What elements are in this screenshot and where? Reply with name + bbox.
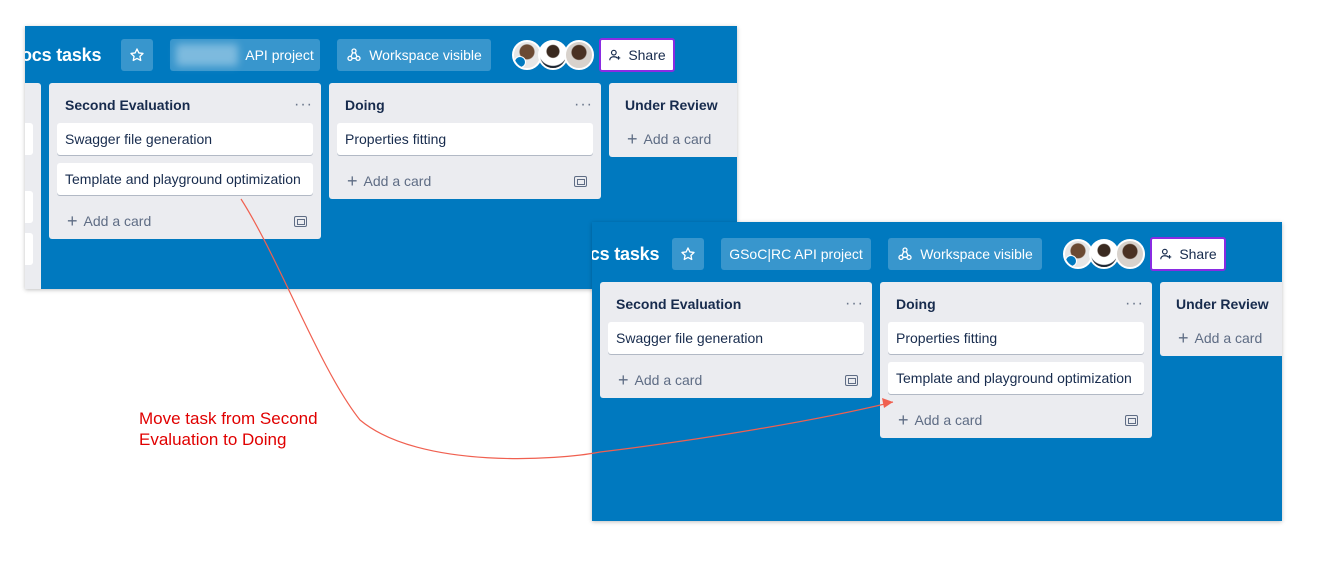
star-icon xyxy=(130,48,144,62)
annotation-line: Evaluation to Doing xyxy=(139,430,287,449)
project-button[interactable]: API project xyxy=(170,39,320,71)
star-board-button[interactable] xyxy=(672,238,704,270)
add-card-button[interactable]: + Add a card xyxy=(618,371,702,389)
visibility-button-label: Workspace visible xyxy=(369,47,482,63)
list-under-review: Under Review + Add a card xyxy=(1160,282,1282,356)
partial-card xyxy=(25,191,33,223)
add-card-label: Add a card xyxy=(914,412,983,428)
project-button[interactable]: GSoC|RC API project xyxy=(721,238,871,270)
plus-icon: + xyxy=(898,410,909,430)
redacted-text xyxy=(176,44,239,66)
list-title: Under Review xyxy=(625,97,718,113)
avatar[interactable] xyxy=(1115,239,1145,269)
list-doing: Doing ··· Properties fitting + Add a card xyxy=(329,83,601,199)
card[interactable]: Properties fitting xyxy=(337,123,593,155)
admin-badge-icon xyxy=(514,56,526,68)
workspace-icon xyxy=(898,247,912,260)
ellipsis-icon[interactable]: ··· xyxy=(574,97,593,113)
avatar[interactable] xyxy=(564,40,594,70)
card[interactable]: Properties fitting xyxy=(888,322,1144,354)
partial-card xyxy=(25,123,33,155)
admin-badge-icon xyxy=(1065,255,1077,267)
card-template-icon[interactable] xyxy=(574,175,587,187)
plus-icon: + xyxy=(627,129,638,149)
annotation-text: Move task from Second Evaluation to Doin… xyxy=(139,408,318,450)
ellipsis-icon[interactable]: ··· xyxy=(1125,296,1144,312)
plus-icon: + xyxy=(347,171,358,191)
ellipsis-icon[interactable]: ··· xyxy=(845,296,864,312)
card[interactable]: Swagger file generation xyxy=(57,123,313,155)
list-title: Doing xyxy=(345,97,385,113)
star-icon xyxy=(681,247,695,261)
board-screenshot-after: ocs tasks GSoC|RC API project Workspace … xyxy=(592,222,1282,521)
list-doing: Doing ··· Properties fitting Template an… xyxy=(880,282,1152,438)
share-button[interactable]: Share xyxy=(1150,237,1226,271)
share-label: Share xyxy=(628,47,666,63)
add-card-label: Add a card xyxy=(643,131,712,147)
add-card-label: Add a card xyxy=(83,213,152,229)
partial-card xyxy=(25,233,33,265)
plus-icon: + xyxy=(67,211,78,231)
visibility-button-label: Workspace visible xyxy=(920,246,1033,262)
add-card-label: Add a card xyxy=(363,173,432,189)
board-title: ocs tasks xyxy=(592,244,660,264)
list-under-review: Under Review + Add a card xyxy=(609,83,737,157)
add-card-button[interactable]: + Add a card xyxy=(898,411,982,429)
list-title: Second Evaluation xyxy=(65,97,191,113)
card-template-icon[interactable] xyxy=(845,374,858,386)
list-title: Second Evaluation xyxy=(616,296,742,312)
workspace-icon xyxy=(347,48,361,61)
card-template-icon[interactable] xyxy=(1125,414,1138,426)
share-label: Share xyxy=(1179,246,1217,262)
member-avatars xyxy=(1063,239,1145,269)
plus-icon: + xyxy=(618,370,629,390)
card[interactable]: Template and playground optimization xyxy=(57,163,313,195)
share-button[interactable]: Share xyxy=(599,38,675,72)
add-card-button[interactable]: + Add a card xyxy=(67,212,151,230)
annotation-line: Move task from Second xyxy=(139,409,318,428)
card-template-icon[interactable] xyxy=(294,215,307,227)
add-person-icon xyxy=(1160,248,1172,260)
card[interactable]: Template and playground optimization xyxy=(888,362,1144,394)
plus-icon: + xyxy=(1178,328,1189,348)
board-title: ocs tasks xyxy=(25,45,102,65)
list-title: Under Review xyxy=(1176,296,1269,312)
add-card-button[interactable]: + Add a card xyxy=(627,130,711,148)
add-person-icon xyxy=(609,49,621,61)
project-button-label: API project xyxy=(245,47,314,63)
visibility-button[interactable]: Workspace visible xyxy=(337,39,491,71)
member-avatars xyxy=(512,40,594,70)
add-card-button[interactable]: + Add a card xyxy=(1178,329,1262,347)
star-board-button[interactable] xyxy=(121,39,153,71)
add-card-label: Add a card xyxy=(634,372,703,388)
partial-list xyxy=(25,83,41,289)
card[interactable]: Swagger file generation xyxy=(608,322,864,354)
list-second-evaluation: Second Evaluation ··· Swagger file gener… xyxy=(49,83,321,239)
list-title: Doing xyxy=(896,296,936,312)
add-card-label: Add a card xyxy=(1194,330,1263,346)
project-button-label: GSoC|RC API project xyxy=(729,246,863,262)
ellipsis-icon[interactable]: ··· xyxy=(294,97,313,113)
visibility-button[interactable]: Workspace visible xyxy=(888,238,1042,270)
add-card-button[interactable]: + Add a card xyxy=(347,172,431,190)
list-second-evaluation: Second Evaluation ··· Swagger file gener… xyxy=(600,282,872,398)
